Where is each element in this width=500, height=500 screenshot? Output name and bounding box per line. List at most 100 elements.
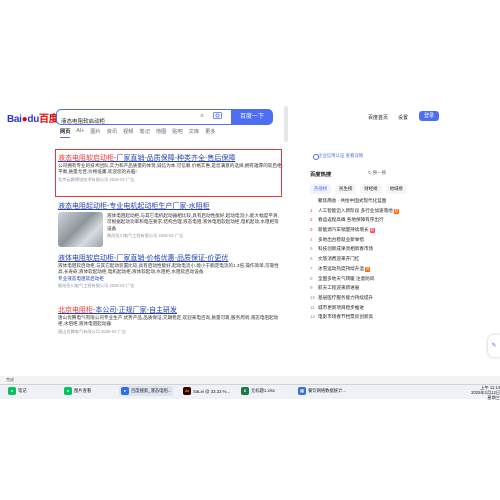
hot-search-item[interactable]: 1 人工智能迈入新阶段 多行业加速落地热	[310, 206, 430, 216]
hot-search-title[interactable]: 百度热搜	[310, 170, 331, 178]
search-box	[56, 109, 232, 128]
hot-search-text: 人工智能迈入新阶段 多行业加速落地	[318, 207, 393, 213]
search-result-4: 北京电阻柜-本公司-正规厂家-自主研发 唐山优腾电气有限公司专业生产,优势产品,…	[58, 305, 283, 335]
hot-search-item[interactable]: 5 科技创新成果亮相新春市场	[310, 244, 430, 254]
result-sublink[interactable]: 专业液态电阻软启动柜	[58, 276, 283, 282]
result-source: 北京云腾博锐技术有限公司 2025-02 广告	[58, 176, 135, 182]
excel-icon: X	[241, 387, 249, 395]
settings-link[interactable]: 设置	[398, 114, 408, 121]
baidu-logo[interactable]: Bai●du百度	[7, 110, 59, 125]
search-result-3: 液体电阻软启动柜-厂家直销-价格优惠-品质保证-价更优 液体电阻软启动柜,与其它…	[58, 253, 283, 289]
result-snippet: 液体电阻软启动柜,与其它起动装置比较,具有启动性能好,起动电流小,能小于额定电流…	[58, 263, 279, 275]
result-snippet: 液体电阻起动柜,与其它电机起动器相比较,具有启动性能好,起动电流小,能大幅度平滑…	[107, 213, 279, 231]
hot-search-text: 聚焦两会 · 共绘中国式现代化蓝图	[318, 198, 387, 203]
baidu-home-link[interactable]: 百度首页	[368, 114, 388, 121]
search-input[interactable]	[57, 114, 195, 128]
hot-rank-number: 10	[310, 294, 316, 300]
hot-search-text: 文旅消费迎来开门红	[318, 256, 360, 262]
browser-icon: e	[121, 387, 129, 395]
hot-rank-number: 9	[310, 285, 313, 291]
wechat-icon: ●	[64, 387, 72, 395]
hot-rank-number: 3	[310, 227, 313, 233]
hot-search-text: 基层医疗服务能力持续提升	[318, 294, 374, 300]
result-source: 衡阳恒川电气工程有限公司 2025-02 广告	[107, 233, 184, 239]
hot-rank-number: 2	[310, 217, 313, 223]
enterprise-credit-link[interactable]: 企业信用认证 查看详情	[318, 153, 363, 159]
hot-search-text: 城市更新项目稳步推进	[318, 304, 364, 310]
hot-search-item[interactable]: 聚焦两会 · 共绘中国式现代化蓝图	[310, 196, 430, 206]
tab-notes[interactable]: 笔记	[140, 128, 150, 138]
hot-search-item[interactable]: 10 基层医疗服务能力持续提升	[310, 293, 430, 303]
tab-web[interactable]: 网页	[60, 128, 71, 138]
tab-video[interactable]: 视频	[123, 128, 133, 138]
hot-search-text: 春运返程高峰 各地保障有序出行	[318, 217, 384, 223]
chip-finance[interactable]: 财经榜	[360, 184, 382, 194]
hot-rank-number: 6	[310, 256, 313, 262]
taskbar-item-illustrator[interactable]: Ai SaLei @ 33.33 %...	[183, 386, 230, 396]
hot-search-item[interactable]: 2 春运返程高峰 各地保障有序出行	[310, 215, 430, 225]
taskbar-item-stats[interactable]: ▤ 餐饮网络数据统计...	[298, 386, 346, 396]
result-source: 衡阳恒川电气工程有限公司 2025-02 广告	[58, 283, 135, 289]
tab-tieba[interactable]: 贴吧	[172, 128, 182, 138]
wechat-icon: ●	[8, 387, 16, 395]
hot-tag-badge: 新	[369, 228, 376, 234]
browser-statusbar: 完成	[0, 376, 500, 384]
result-title-link[interactable]: 北京电阻柜-本公司-正规厂家-自主研发	[58, 305, 283, 315]
search-result-1: 液态电阻软启动柜-厂家直销-品质保障-种类齐全-售后保障 公司拥有专业的技术团队…	[58, 153, 283, 183]
hot-search-item[interactable]: 7 冰雪运动热度持续升温热	[310, 264, 430, 274]
taskbar-item-excel[interactable]: X 无标题1.xlsx	[241, 386, 275, 396]
chip-livelihood[interactable]: 民生榜	[335, 184, 357, 194]
result-title-link[interactable]: 液态电阻起动柜-专业电机起动柜生产厂家-水阻柜	[58, 201, 283, 211]
refresh-link[interactable]: ↻ 换一换	[368, 170, 386, 176]
hot-rank-number: 5	[310, 246, 313, 252]
hot-search-text: 全国多地天气转暖 注意防风	[318, 275, 375, 281]
tab-news[interactable]: 资讯	[107, 128, 117, 138]
hot-search-item[interactable]: 12 电影市场春节档票房创新高	[310, 312, 430, 322]
hot-search-text: 冰雪运动热度持续升温	[318, 265, 364, 271]
tab-ai[interactable]: AI+	[76, 128, 84, 138]
chip-region[interactable]: 地域榜	[385, 184, 407, 194]
side-feedback-icon[interactable]: ✎	[488, 335, 500, 357]
tab-map[interactable]: 地图	[156, 128, 166, 138]
result-source: 唐山优腾电气有限公司 2025-02 广告	[58, 328, 126, 334]
illustrator-icon: Ai	[183, 387, 191, 395]
hot-search-item[interactable]: 9 航天工程迎来新进展	[310, 283, 430, 293]
search-button[interactable]: 百度一下	[231, 109, 273, 125]
result-thumbnail[interactable]	[58, 212, 103, 247]
tab-wenku[interactable]: 文库	[189, 128, 199, 138]
hot-search-text: 新能源汽车销量持续增长	[318, 227, 369, 233]
hot-tag-badge: 热	[364, 266, 371, 272]
hot-search-text: 科技创新成果亮相新春市场	[318, 246, 374, 252]
tab-more[interactable]: 更多	[205, 128, 215, 138]
result-title-link[interactable]: 液体电阻软启动柜-厂家直销-价格优惠-品质保证-价更优	[58, 253, 283, 263]
hot-rank-number: 11	[310, 304, 315, 310]
chip-hot[interactable]: 热搜榜	[310, 184, 332, 194]
page-scrollbar[interactable]	[284, 106, 288, 142]
taskbar-item-browser[interactable]: e 百度搜索_液态电阻...	[119, 386, 174, 396]
hot-search-text: 航天工程迎来新进展	[318, 285, 360, 291]
hot-search-item[interactable]: 6 文旅消费迎来开门红	[310, 254, 430, 264]
taskbar-item-notes[interactable]: ● 笔记	[8, 386, 27, 396]
hot-search-tabs: 热搜榜 民生榜 财经榜 地域榜	[310, 184, 407, 194]
hot-rank-number: 1	[310, 207, 313, 213]
hot-search-text: 电影市场春节档票房创新高	[318, 314, 374, 320]
taskbar-clock[interactable]: 上午 11:14 2025年2月12日 星期三	[466, 385, 500, 400]
hot-rank-number: 4	[310, 236, 313, 242]
tab-images[interactable]: 图片	[90, 128, 100, 138]
hot-search-item[interactable]: 3 新能源汽车销量持续增长新	[310, 225, 430, 235]
login-button[interactable]: 登录	[419, 111, 439, 121]
result-snippet: 公司拥有专业的技术团队,实力和产品质量的体现,诚信为本,可信赖.价格实惠,是您满…	[58, 163, 283, 175]
search-tabs: 网页 AI+ 图片 资讯 视频 笔记 地图 贴吧 文库 更多	[60, 128, 215, 138]
browser-page: Bai●du百度 × 百度一下 百度首页 设置 登录 网页 AI+ 图片 资讯 …	[0, 90, 500, 382]
hot-search-item[interactable]: 4 多地出台稳就业新举措	[310, 235, 430, 245]
hot-search-item[interactable]: 11 城市更新项目稳步推进	[310, 303, 430, 313]
result-snippet: 唐山优腾电气有限公司专业生产,优势产品,品质保证,交期稳定,欢迎来电咨询,质量可…	[58, 315, 279, 327]
search-result-2: 液态电阻起动柜-专业电机起动柜生产厂家-水阻柜 液体电阻起动柜,与其它电机起动器…	[58, 201, 283, 247]
camera-icon[interactable]	[213, 111, 222, 119]
app-icon: ▤	[298, 387, 306, 395]
result-title-link[interactable]: 液态电阻软启动柜-厂家直销-品质保障-种类齐全-售后保障	[58, 153, 283, 163]
taskbar-item-images[interactable]: ● 图片查看	[64, 386, 91, 396]
clear-icon[interactable]: ×	[200, 109, 204, 125]
hot-search-item[interactable]: 8 全国多地天气转暖 注意防风	[310, 274, 430, 284]
hot-rank-number: 8	[310, 275, 313, 281]
